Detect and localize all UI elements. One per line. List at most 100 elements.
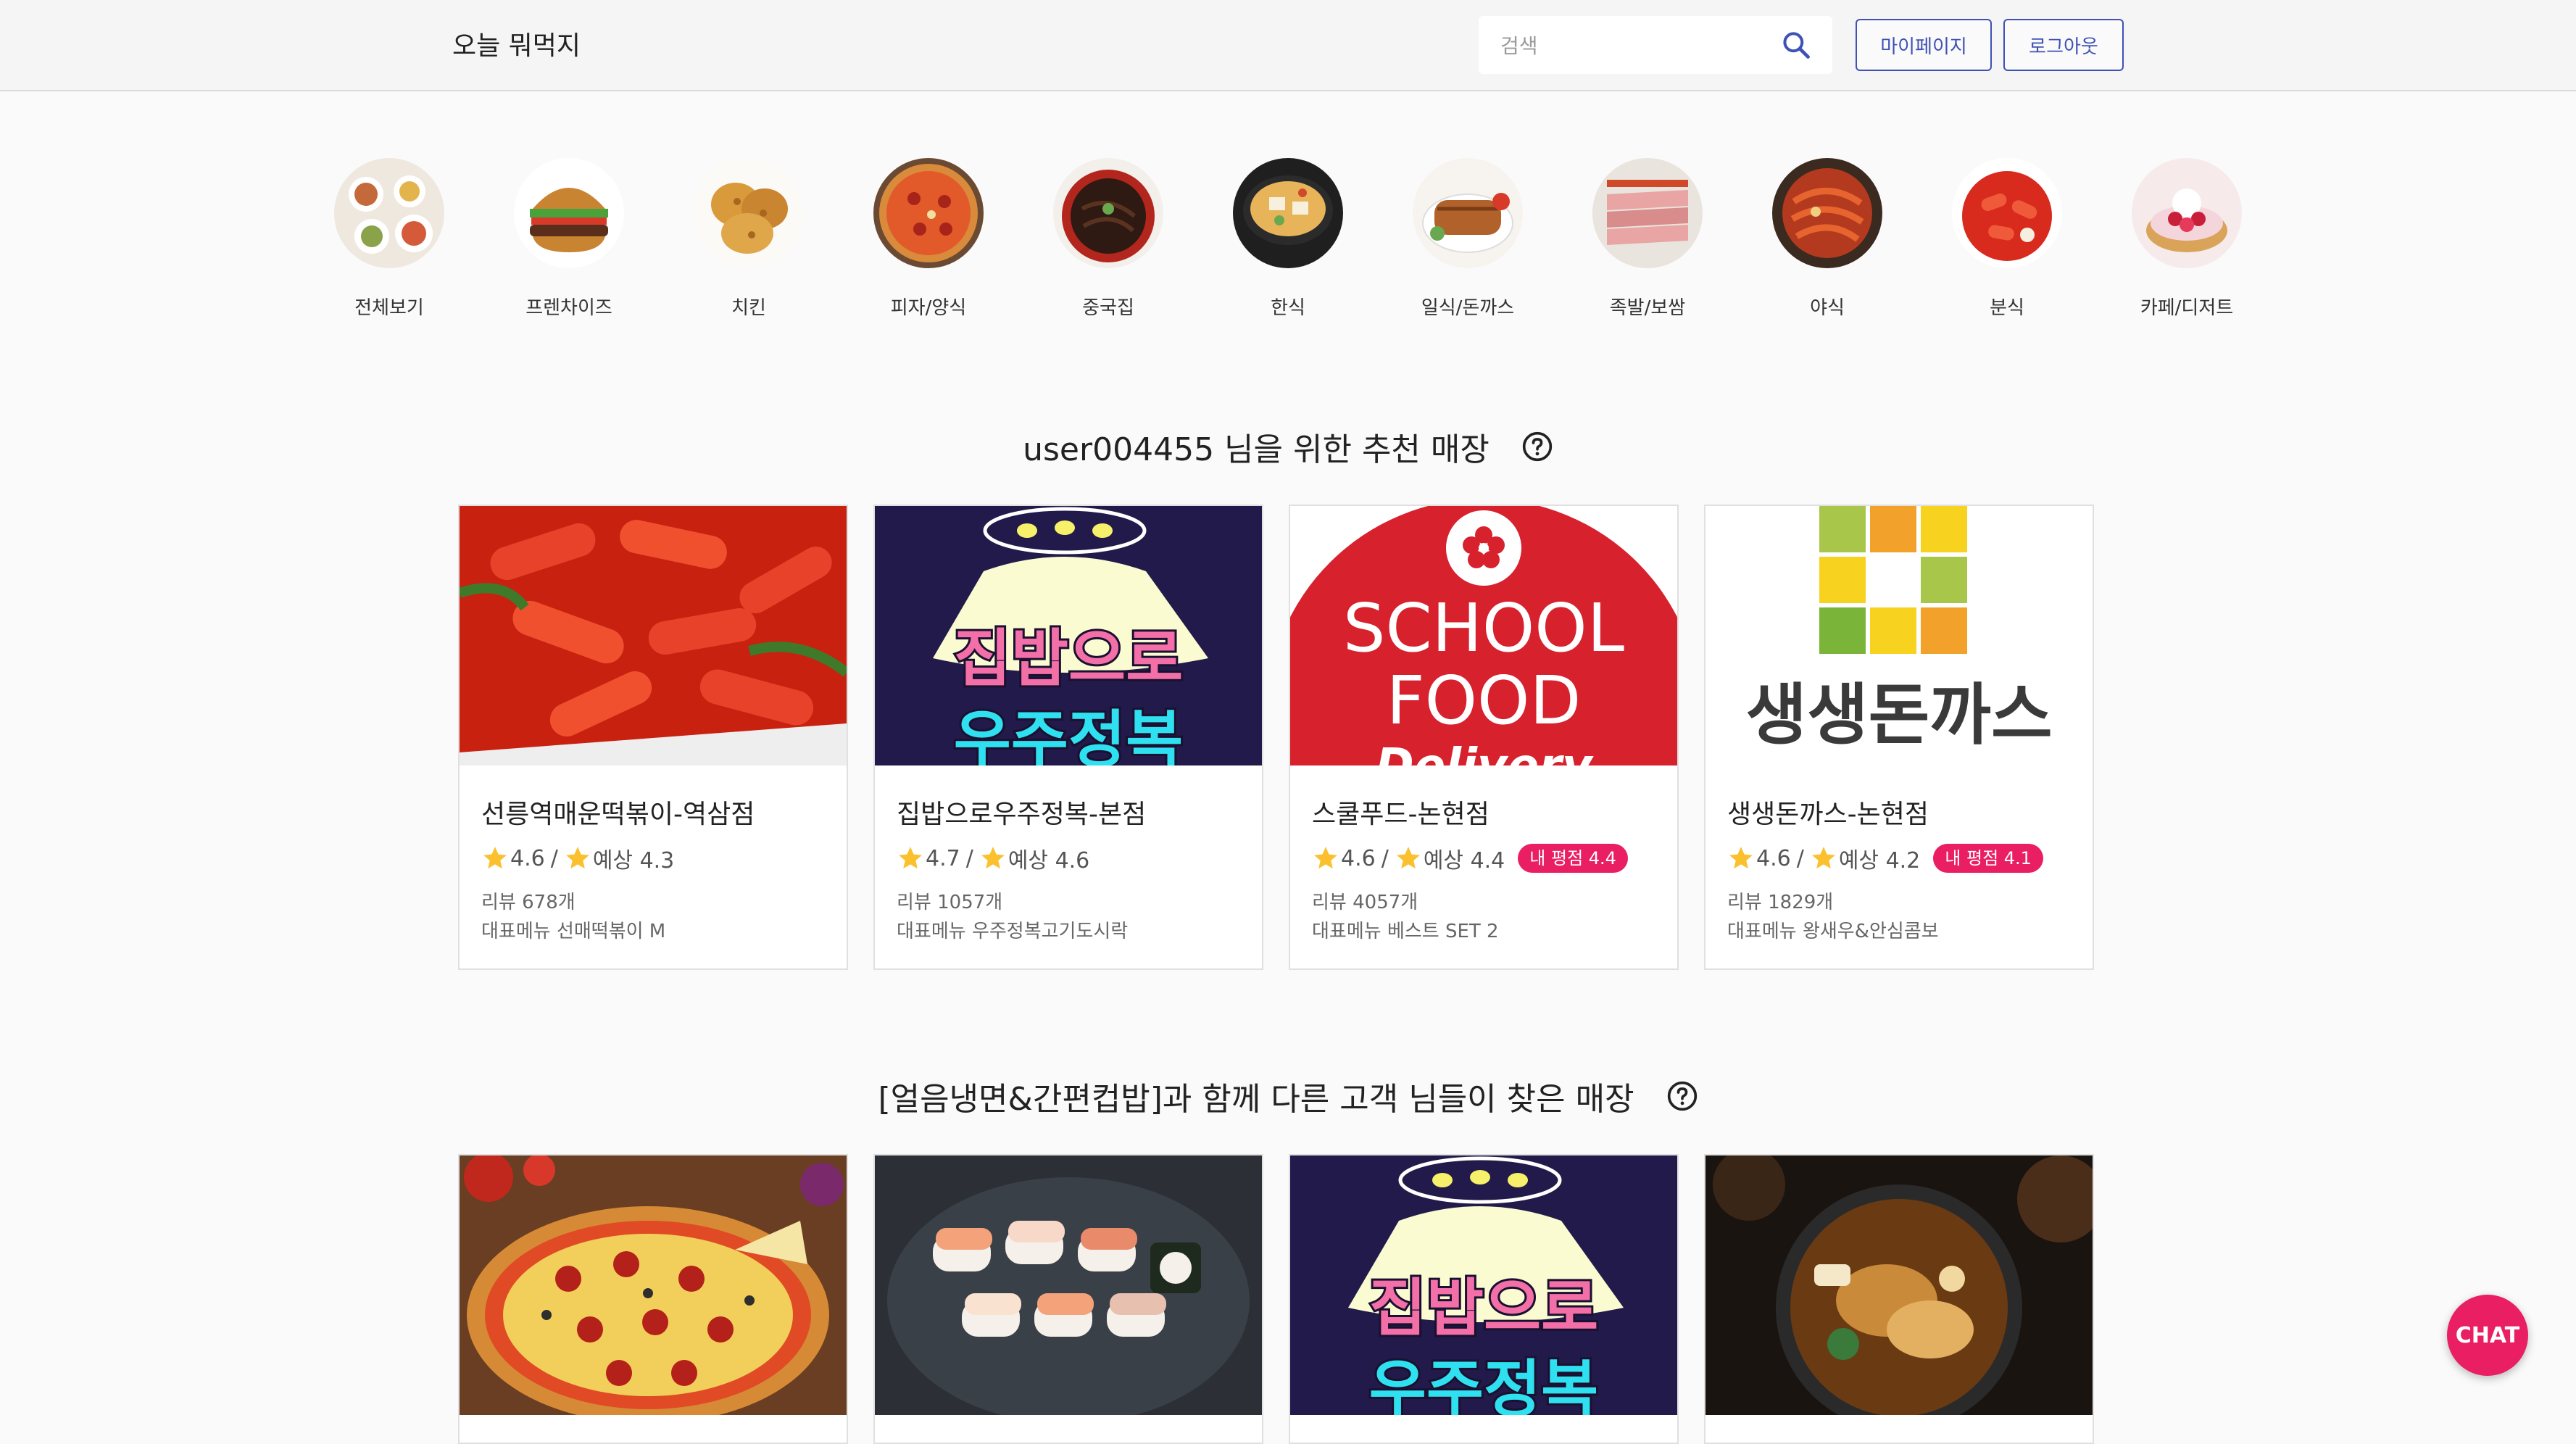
- category-jokbal[interactable]: 족발/보쌈: [1571, 158, 1724, 325]
- tart-image: [2132, 158, 2242, 268]
- logo-line3: Delivery: [1376, 739, 1594, 765]
- saengsaeng-logo: 생생돈까스: [1705, 506, 2093, 765]
- category-label: 피자/양식: [890, 297, 967, 319]
- store-card[interactable]: [458, 1154, 848, 1444]
- pizza-image: [873, 158, 984, 268]
- main-menu: 대표메뉴 선매떡볶이 M: [481, 921, 666, 942]
- store-name: 생생돈까스-논현점: [1727, 800, 1929, 829]
- category-pizza[interactable]: 피자/양식: [852, 158, 1005, 325]
- category-chicken[interactable]: 치킨: [673, 158, 825, 325]
- space-logo: 집밥으로 우주정복: [875, 506, 1262, 765]
- main-menu: 대표메뉴 베스트 SET 2: [1312, 921, 1499, 942]
- star-icon: [1314, 847, 1337, 869]
- logo-text: 생생돈까스: [1745, 676, 2052, 754]
- store-card[interactable]: 집밥으로 우주정복 집밥으로우주정복-본점 4.7 / 예상 4.6 리뷰 10…: [873, 505, 1263, 970]
- logout-button[interactable]: 로그아웃: [2003, 19, 2124, 71]
- predicted-rating: 예상 4.4: [1423, 848, 1505, 874]
- search-box[interactable]: [1479, 16, 1832, 75]
- rating-value: 4.6: [1756, 845, 1791, 871]
- star-icon: [1396, 847, 1420, 869]
- brand-title[interactable]: 오늘 뭐먹지: [452, 25, 581, 62]
- predicted-rating: 예상 4.2: [1838, 848, 1921, 874]
- category-label: 한식: [1271, 297, 1305, 319]
- my-rating-badge: 내 평점 4.4: [1518, 844, 1628, 873]
- category-all[interactable]: 전체보기: [313, 158, 465, 325]
- schoolfood-logo: SCHOOL FOOD Delivery: [1290, 506, 1677, 765]
- category-snack[interactable]: 분식: [1931, 158, 2083, 325]
- logo-text: 집밥으로: [1369, 1272, 1598, 1345]
- main-menu: 대표메뉴 왕새우&안심콤보: [1727, 921, 1939, 942]
- star-icon: [565, 847, 589, 869]
- tteokbokki-photo: [460, 506, 847, 765]
- logo-line1: SCHOOL: [1343, 589, 1624, 667]
- search-input[interactable]: [1499, 16, 1784, 75]
- rating-value: 4.6: [1341, 845, 1376, 871]
- category-label: 전체보기: [354, 297, 424, 319]
- star-icon: [1811, 847, 1835, 869]
- space-logo: 집밥으로 우주정복: [1290, 1155, 1677, 1415]
- category-label: 중국집: [1082, 297, 1134, 319]
- review-count: 리뷰 4057개: [1312, 892, 1418, 913]
- category-korean[interactable]: 한식: [1212, 158, 1364, 325]
- category-late-night[interactable]: 야식: [1751, 158, 1903, 325]
- also-found-section-title: [얼음냉면&간편컵밥]과 함께 다른 고객 님들이 찾은 매장: [0, 1073, 2576, 1119]
- category-cafe[interactable]: 카페/디저트: [2111, 158, 2263, 325]
- spicy-noodle-image: [1772, 158, 1882, 268]
- rating-value: 4.6: [510, 845, 545, 871]
- category-japanese[interactable]: 일식/돈까스: [1392, 158, 1544, 325]
- category-label: 카페/디저트: [2140, 297, 2234, 319]
- fried-chicken-image: [694, 158, 804, 268]
- logo-line2: FOOD: [1387, 662, 1582, 739]
- jokbal-image: [1592, 158, 1703, 268]
- category-label: 치킨: [731, 297, 766, 319]
- store-card[interactable]: 집밥으로 우주정복: [1289, 1154, 1679, 1444]
- star-icon: [981, 847, 1005, 869]
- category-label: 야식: [1810, 297, 1845, 319]
- store-rating: 4.7 / 예상 4.6: [897, 844, 1090, 874]
- category-franchise[interactable]: 프렌차이즈: [493, 158, 645, 325]
- review-count: 리뷰 1829개: [1727, 892, 1834, 913]
- predicted-rating: 예상 4.3: [592, 848, 675, 874]
- store-card[interactable]: 생생돈까스 생생돈까스-논현점 4.6 / 예상 4.2 내 평점 4.1 리뷰…: [1704, 505, 2094, 970]
- review-count: 리뷰 1057개: [897, 892, 1003, 913]
- store-card[interactable]: [1704, 1154, 2094, 1444]
- store-name: 선릉역매운떡볶이-역삼점: [481, 800, 755, 829]
- burger-image: [514, 158, 624, 268]
- help-icon[interactable]: [1521, 431, 1553, 462]
- store-card[interactable]: [873, 1154, 1263, 1444]
- korean-stew-image: [1233, 158, 1343, 268]
- store-card[interactable]: 선릉역매운떡볶이-역삼점 4.6 / 예상 4.3 리뷰 678개 대표메뉴 선…: [458, 505, 848, 970]
- logo-subtext: 우주정복: [954, 704, 1183, 765]
- category-bar: 전체보기 프렌차이즈 치킨 피자/양식 중국집 한식 일식/돈까스 족발/보쌈 …: [0, 158, 2576, 325]
- recommend-title-text: user004455 님을 위한 추천 매장: [1023, 431, 1489, 468]
- category-chinese[interactable]: 중국집: [1032, 158, 1184, 325]
- tteokbokki-image: [1952, 158, 2062, 268]
- store-rating: 4.6 / 예상 4.3: [481, 844, 675, 874]
- pizza-photo: [460, 1155, 847, 1415]
- also-found-title-text: [얼음냉면&간편컵밥]과 함께 다른 고객 님들이 찾은 매장: [878, 1081, 1634, 1118]
- chat-button[interactable]: CHAT: [2447, 1295, 2528, 1376]
- store-rating: 4.6 / 예상 4.4 내 평점 4.4: [1312, 844, 1628, 874]
- store-rating: 4.6 / 예상 4.2 내 평점 4.1: [1727, 844, 2043, 874]
- jajangmyeon-image: [1053, 158, 1163, 268]
- category-label: 프렌차이즈: [525, 297, 612, 319]
- store-card[interactable]: SCHOOL FOOD Delivery 스쿨푸드-논현점 4.6 / 예상 4…: [1289, 505, 1679, 970]
- store-name: 집밥으로우주정복-본점: [897, 800, 1147, 829]
- sushi-photo: [875, 1155, 1262, 1415]
- top-app-bar: 오늘 뭐먹지 마이페이지 로그아웃: [0, 0, 2576, 91]
- mypage-button[interactable]: 마이페이지: [1856, 19, 1992, 71]
- category-label: 족발/보쌈: [1609, 297, 1686, 319]
- search-icon[interactable]: [1780, 29, 1812, 61]
- hotpot-photo: [1705, 1155, 2093, 1415]
- predicted-rating: 예상 4.6: [1007, 848, 1090, 874]
- star-icon: [483, 847, 507, 869]
- logo-text: 집밥으로: [954, 623, 1183, 695]
- category-label: 일식/돈까스: [1421, 297, 1515, 319]
- food-platter-image: [334, 158, 444, 268]
- star-icon: [1729, 847, 1753, 869]
- rating-value: 4.7: [926, 845, 960, 871]
- main-menu: 대표메뉴 우주정복고기도시락: [897, 921, 1129, 942]
- star-icon: [899, 847, 922, 869]
- logo-subtext: 우주정복: [1369, 1353, 1598, 1415]
- help-icon[interactable]: [1666, 1080, 1698, 1112]
